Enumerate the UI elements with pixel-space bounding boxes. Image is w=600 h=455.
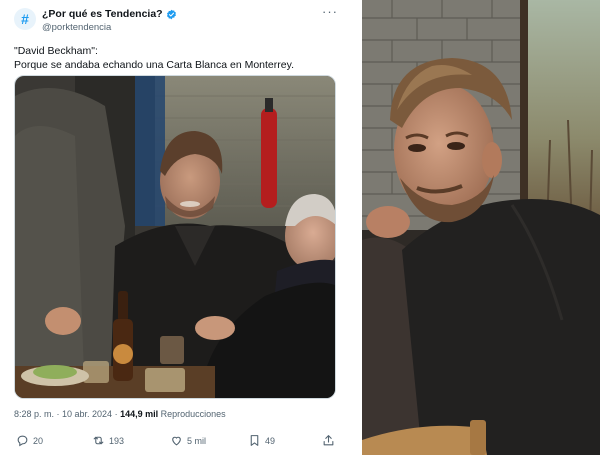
more-options-icon[interactable]: ··· <box>322 4 338 19</box>
reply-icon <box>17 435 28 447</box>
bookmark-count: 49 <box>265 435 276 446</box>
author-display-name[interactable]: ¿Por qué es Tendencia? <box>42 8 163 20</box>
tweet-action-bar: 20 193 5 mil 49 <box>14 434 336 450</box>
like-button[interactable]: 5 mil <box>170 434 206 447</box>
repost-button[interactable]: 193 <box>92 434 124 447</box>
reply-count: 20 <box>33 435 44 446</box>
share-icon <box>323 435 334 446</box>
restaurant-photo <box>15 76 335 398</box>
view-count-label: Reproducciones <box>158 409 226 419</box>
view-count: 144,9 mil <box>120 409 159 419</box>
share-button[interactable] <box>322 434 335 447</box>
bookmark-icon <box>250 435 259 446</box>
beckham-looking-back-photo <box>362 0 600 455</box>
tweet-text: "David Beckham": Porque se andaba echand… <box>14 44 336 72</box>
tweet-metadata: 8:28 p. m. · 10 abr. 2024 · 144,9 mil Re… <box>14 409 226 419</box>
reply-button[interactable]: 20 <box>16 434 43 447</box>
verified-badge-icon <box>166 9 176 19</box>
profile-avatar[interactable]: # <box>14 8 36 30</box>
hashtag-logo-icon: # <box>21 11 29 27</box>
author-name-row: ¿Por qué es Tendencia? <box>42 8 177 20</box>
image-divider <box>348 0 362 455</box>
tweet-timestamp[interactable]: 8:28 p. m. · 10 abr. 2024 · <box>14 409 120 419</box>
repost-icon <box>93 436 104 445</box>
tweet-text-line: Porque se andaba echando una Carta Blanc… <box>14 59 294 71</box>
tweet-text-line: "David Beckham": <box>14 45 98 57</box>
heart-icon <box>172 436 181 446</box>
tweet-card: # ¿Por qué es Tendencia? @porktendencia … <box>0 0 348 455</box>
beckham-photo <box>362 0 600 455</box>
like-count: 5 mil <box>187 435 207 446</box>
bookmark-button[interactable]: 49 <box>248 434 275 447</box>
repost-count: 193 <box>109 435 125 446</box>
author-handle[interactable]: @porktendencia <box>42 22 111 33</box>
tweet-media-photo[interactable] <box>14 75 336 399</box>
